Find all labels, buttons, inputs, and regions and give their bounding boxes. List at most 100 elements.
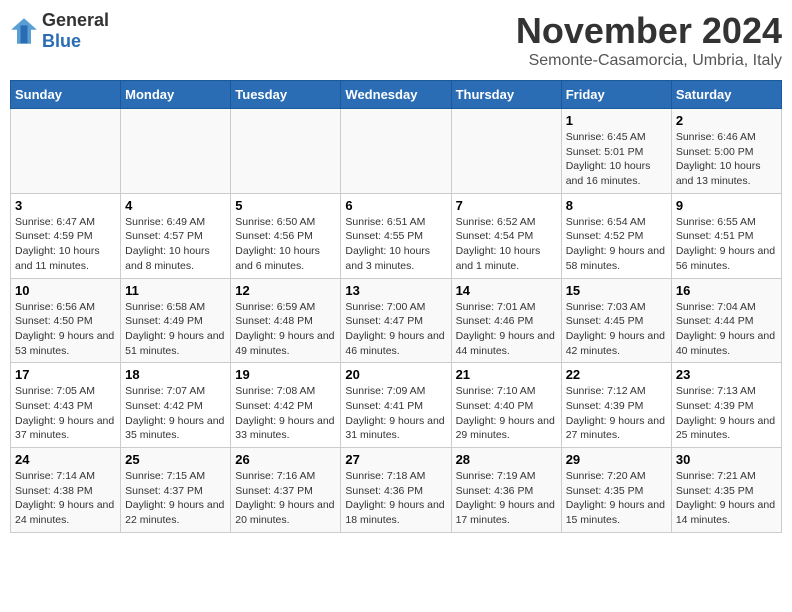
calendar-week-4: 24 Sunrise: 7:14 AMSunset: 4:38 PMDayligh… — [11, 448, 782, 533]
day-number: 20 — [345, 367, 446, 382]
day-info: Sunrise: 6:46 AMSunset: 5:00 PMDaylight:… — [676, 130, 777, 189]
day-info: Sunrise: 7:12 AMSunset: 4:39 PMDaylight:… — [566, 384, 667, 443]
calendar-cell: 1 Sunrise: 6:45 AMSunset: 5:01 PMDaylight… — [561, 109, 671, 194]
day-info: Sunrise: 7:10 AMSunset: 4:40 PMDaylight:… — [456, 384, 557, 443]
day-number: 23 — [676, 367, 777, 382]
day-number: 2 — [676, 113, 777, 128]
calendar-week-3: 17 Sunrise: 7:05 AMSunset: 4:43 PMDayligh… — [11, 363, 782, 448]
day-number: 24 — [15, 452, 116, 467]
calendar-cell: 14 Sunrise: 7:01 AMSunset: 4:46 PMDayligh… — [451, 278, 561, 363]
calendar-cell: 22 Sunrise: 7:12 AMSunset: 4:39 PMDayligh… — [561, 363, 671, 448]
calendar-week-1: 3Sunrise: 6:47 AMSunset: 4:59 PMDaylight… — [11, 193, 782, 278]
day-number: 9 — [676, 198, 777, 213]
day-info: Sunrise: 7:03 AMSunset: 4:45 PMDaylight:… — [566, 300, 667, 359]
calendar-cell: 5Sunrise: 6:50 AMSunset: 4:56 PMDaylight… — [231, 193, 341, 278]
calendar-cell: 11 Sunrise: 6:58 AMSunset: 4:49 PMDayligh… — [121, 278, 231, 363]
calendar-cell — [11, 109, 121, 194]
day-number: 13 — [345, 283, 446, 298]
day-number: 30 — [676, 452, 777, 467]
day-number: 11 — [125, 283, 226, 298]
calendar-cell: 26 Sunrise: 7:16 AMSunset: 4:37 PMDayligh… — [231, 448, 341, 533]
day-number: 7 — [456, 198, 557, 213]
location-subtitle: Semonte-Casamorcia, Umbria, Italy — [516, 52, 782, 70]
day-number: 14 — [456, 283, 557, 298]
day-info: Sunrise: 7:13 AMSunset: 4:39 PMDaylight:… — [676, 384, 777, 443]
day-info: Sunrise: 6:49 AMSunset: 4:57 PMDaylight:… — [125, 215, 226, 274]
calendar-cell: 19 Sunrise: 7:08 AMSunset: 4:42 PMDayligh… — [231, 363, 341, 448]
logo-icon — [10, 17, 38, 45]
day-number: 29 — [566, 452, 667, 467]
calendar-body: 1 Sunrise: 6:45 AMSunset: 5:01 PMDaylight… — [11, 109, 782, 533]
day-number: 5 — [235, 198, 336, 213]
day-number: 17 — [15, 367, 116, 382]
col-tuesday: Tuesday — [231, 81, 341, 109]
calendar-cell: 16 Sunrise: 7:04 AMSunset: 4:44 PMDayligh… — [671, 278, 781, 363]
calendar-cell — [341, 109, 451, 194]
logo-general: General — [42, 10, 109, 30]
day-info: Sunrise: 6:56 AMSunset: 4:50 PMDaylight:… — [15, 300, 116, 359]
day-number: 21 — [456, 367, 557, 382]
day-number: 19 — [235, 367, 336, 382]
day-info: Sunrise: 7:20 AMSunset: 4:35 PMDaylight:… — [566, 469, 667, 528]
calendar-cell: 25 Sunrise: 7:15 AMSunset: 4:37 PMDayligh… — [121, 448, 231, 533]
day-number: 22 — [566, 367, 667, 382]
title-area: November 2024 Semonte-Casamorcia, Umbria… — [516, 10, 782, 70]
day-number: 12 — [235, 283, 336, 298]
day-info: Sunrise: 6:45 AMSunset: 5:01 PMDaylight:… — [566, 130, 667, 189]
day-info: Sunrise: 6:52 AMSunset: 4:54 PMDaylight:… — [456, 215, 557, 274]
day-info: Sunrise: 7:21 AMSunset: 4:35 PMDaylight:… — [676, 469, 777, 528]
calendar-cell: 21 Sunrise: 7:10 AMSunset: 4:40 PMDayligh… — [451, 363, 561, 448]
day-info: Sunrise: 7:09 AMSunset: 4:41 PMDaylight:… — [345, 384, 446, 443]
day-info: Sunrise: 7:14 AMSunset: 4:38 PMDaylight:… — [15, 469, 116, 528]
calendar-header: Sunday Monday Tuesday Wednesday Thursday… — [11, 81, 782, 109]
calendar-cell: 3Sunrise: 6:47 AMSunset: 4:59 PMDaylight… — [11, 193, 121, 278]
day-number: 1 — [566, 113, 667, 128]
header: General Blue November 2024 Semonte-Casam… — [10, 10, 782, 70]
calendar-cell: 23 Sunrise: 7:13 AMSunset: 4:39 PMDayligh… — [671, 363, 781, 448]
calendar-cell: 24 Sunrise: 7:14 AMSunset: 4:38 PMDayligh… — [11, 448, 121, 533]
day-info: Sunrise: 7:19 AMSunset: 4:36 PMDaylight:… — [456, 469, 557, 528]
calendar-cell: 30 Sunrise: 7:21 AMSunset: 4:35 PMDayligh… — [671, 448, 781, 533]
calendar-cell: 29 Sunrise: 7:20 AMSunset: 4:35 PMDayligh… — [561, 448, 671, 533]
calendar-cell: 10 Sunrise: 6:56 AMSunset: 4:50 PMDayligh… — [11, 278, 121, 363]
calendar-cell: 28 Sunrise: 7:19 AMSunset: 4:36 PMDayligh… — [451, 448, 561, 533]
calendar-cell: 12 Sunrise: 6:59 AMSunset: 4:48 PMDayligh… — [231, 278, 341, 363]
calendar-cell: 8Sunrise: 6:54 AMSunset: 4:52 PMDaylight… — [561, 193, 671, 278]
day-number: 10 — [15, 283, 116, 298]
day-info: Sunrise: 7:08 AMSunset: 4:42 PMDaylight:… — [235, 384, 336, 443]
calendar-cell: 18 Sunrise: 7:07 AMSunset: 4:42 PMDayligh… — [121, 363, 231, 448]
day-number: 8 — [566, 198, 667, 213]
day-number: 6 — [345, 198, 446, 213]
day-number: 28 — [456, 452, 557, 467]
day-info: Sunrise: 7:04 AMSunset: 4:44 PMDaylight:… — [676, 300, 777, 359]
calendar-cell: 7 Sunrise: 6:52 AMSunset: 4:54 PMDaylight… — [451, 193, 561, 278]
col-monday: Monday — [121, 81, 231, 109]
calendar-cell: 2 Sunrise: 6:46 AMSunset: 5:00 PMDaylight… — [671, 109, 781, 194]
day-info: Sunrise: 7:15 AMSunset: 4:37 PMDaylight:… — [125, 469, 226, 528]
day-info: Sunrise: 7:16 AMSunset: 4:37 PMDaylight:… — [235, 469, 336, 528]
day-number: 26 — [235, 452, 336, 467]
day-number: 18 — [125, 367, 226, 382]
day-number: 25 — [125, 452, 226, 467]
day-info: Sunrise: 7:18 AMSunset: 4:36 PMDaylight:… — [345, 469, 446, 528]
day-info: Sunrise: 6:59 AMSunset: 4:48 PMDaylight:… — [235, 300, 336, 359]
day-info: Sunrise: 6:58 AMSunset: 4:49 PMDaylight:… — [125, 300, 226, 359]
col-friday: Friday — [561, 81, 671, 109]
calendar-cell — [121, 109, 231, 194]
day-info: Sunrise: 7:00 AMSunset: 4:47 PMDaylight:… — [345, 300, 446, 359]
calendar-cell: 13 Sunrise: 7:00 AMSunset: 4:47 PMDayligh… — [341, 278, 451, 363]
day-info: Sunrise: 7:05 AMSunset: 4:43 PMDaylight:… — [15, 384, 116, 443]
col-sunday: Sunday — [11, 81, 121, 109]
logo: General Blue — [10, 10, 109, 52]
month-title: November 2024 — [516, 10, 782, 52]
logo-text: General Blue — [42, 10, 109, 52]
calendar-cell: 27Sunrise: 7:18 AMSunset: 4:36 PMDayligh… — [341, 448, 451, 533]
day-info: Sunrise: 7:01 AMSunset: 4:46 PMDaylight:… — [456, 300, 557, 359]
calendar-table: Sunday Monday Tuesday Wednesday Thursday… — [10, 80, 782, 533]
day-number: 4 — [125, 198, 226, 213]
day-number: 15 — [566, 283, 667, 298]
day-info: Sunrise: 7:07 AMSunset: 4:42 PMDaylight:… — [125, 384, 226, 443]
day-info: Sunrise: 6:55 AMSunset: 4:51 PMDaylight:… — [676, 215, 777, 274]
day-info: Sunrise: 6:51 AMSunset: 4:55 PMDaylight:… — [345, 215, 446, 274]
day-number: 16 — [676, 283, 777, 298]
